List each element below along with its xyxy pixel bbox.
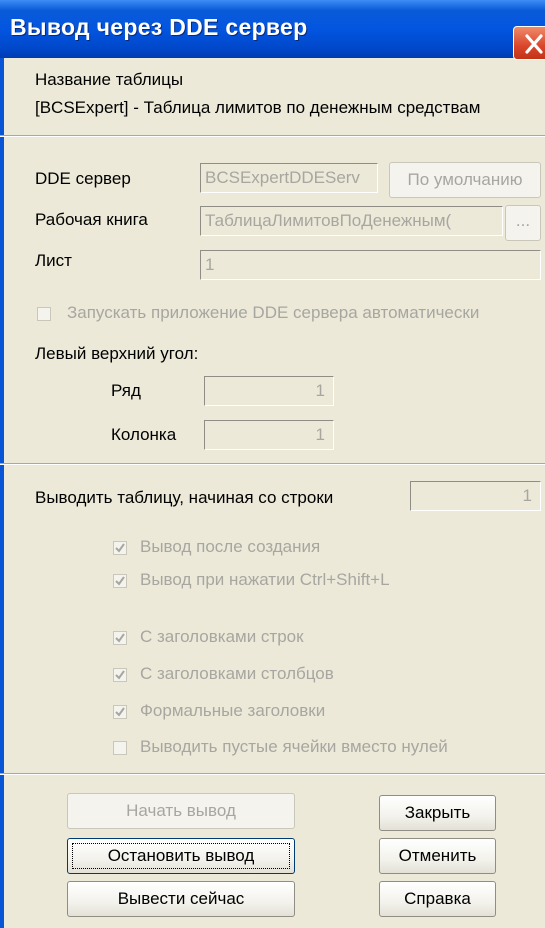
column-headers-checkbox[interactable] bbox=[113, 668, 127, 682]
close-window-button[interactable] bbox=[513, 26, 545, 60]
window-frame-edge bbox=[0, 58, 4, 928]
output-hotkey-checkbox[interactable] bbox=[113, 574, 127, 588]
row-headers-checkbox[interactable] bbox=[113, 631, 127, 645]
default-server-button[interactable]: По умолчанию bbox=[389, 162, 541, 198]
empty-cells-checkbox[interactable] bbox=[113, 741, 127, 755]
start-row-field[interactable]: 1 bbox=[410, 481, 541, 511]
dde-server-label: DDE сервер bbox=[35, 169, 131, 188]
start-output-button[interactable]: Начать вывод bbox=[67, 793, 295, 829]
row-label: Ряд bbox=[111, 381, 141, 400]
help-button[interactable]: Справка bbox=[379, 881, 496, 917]
checkmark-icon bbox=[115, 576, 125, 586]
output-after-create-label: Вывод после создания bbox=[140, 537, 321, 556]
checkmark-icon bbox=[115, 543, 125, 553]
table-name-value: [BCSExpert] - Таблица лимитов по денежны… bbox=[35, 98, 481, 117]
cancel-button[interactable]: Отменить bbox=[379, 838, 496, 874]
output-now-button[interactable]: Вывести сейчас bbox=[67, 881, 295, 917]
autostart-label: Запускать приложение DDE сервера автомат… bbox=[67, 303, 480, 322]
checkmark-icon bbox=[115, 670, 125, 680]
output-hotkey-label: Вывод при нажатии Ctrl+Shift+L bbox=[140, 570, 390, 589]
formal-headers-label: Формальные заголовки bbox=[140, 701, 326, 720]
workbook-field[interactable]: ТаблицаЛимитовПоДенежным( bbox=[200, 206, 503, 236]
separator bbox=[0, 135, 545, 137]
focus-rectangle bbox=[72, 843, 290, 869]
table-name-label: Название таблицы bbox=[35, 70, 184, 89]
sheet-label: Лист bbox=[35, 251, 72, 270]
checkmark-icon bbox=[115, 707, 125, 717]
window-title: Вывод через DDE сервер bbox=[10, 14, 308, 40]
column-headers-label: С заголовками столбцов bbox=[140, 664, 334, 683]
autostart-checkbox[interactable] bbox=[37, 307, 51, 321]
start-row-label: Выводить таблицу, начиная со строки bbox=[35, 488, 334, 507]
dde-server-field[interactable]: BCSExpertDDEServ bbox=[200, 163, 378, 193]
row-headers-label: С заголовками строк bbox=[140, 627, 304, 646]
separator bbox=[0, 773, 545, 775]
title-bar[interactable]: Вывод через DDE сервер bbox=[0, 0, 545, 60]
output-after-create-checkbox[interactable] bbox=[113, 541, 127, 555]
separator bbox=[0, 463, 545, 465]
column-field[interactable]: 1 bbox=[204, 420, 334, 450]
close-icon bbox=[525, 34, 543, 54]
empty-cells-label: Выводить пустые ячейки вместо нулей bbox=[140, 737, 448, 756]
formal-headers-checkbox[interactable] bbox=[113, 705, 127, 719]
checkmark-icon bbox=[115, 633, 125, 643]
column-label: Колонка bbox=[111, 425, 177, 444]
sheet-field[interactable]: 1 bbox=[200, 250, 541, 280]
workbook-label: Рабочая книга bbox=[35, 210, 148, 229]
top-left-corner-label: Левый верхний угол: bbox=[35, 344, 199, 363]
dde-output-dialog: Вывод через DDE сервер Название таблицы … bbox=[0, 0, 545, 928]
browse-workbook-button[interactable]: ... bbox=[505, 205, 541, 241]
row-field[interactable]: 1 bbox=[204, 376, 334, 406]
stop-output-button[interactable]: Остановить вывод bbox=[67, 838, 295, 874]
close-button[interactable]: Закрыть bbox=[379, 795, 496, 831]
